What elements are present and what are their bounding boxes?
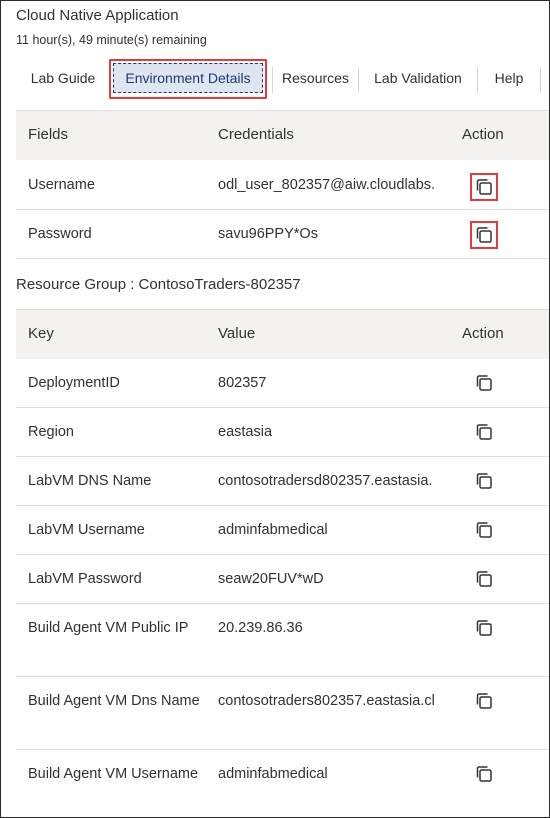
key-deployment-id: DeploymentID bbox=[28, 375, 120, 391]
header-credentials: Credentials bbox=[218, 126, 294, 143]
field-password-value: savu96PPY*Os bbox=[218, 226, 318, 242]
value-region: eastasia bbox=[218, 424, 273, 440]
header-key: Key bbox=[28, 325, 54, 342]
copy-icon[interactable] bbox=[473, 568, 495, 590]
copy-username-icon[interactable] bbox=[470, 173, 498, 201]
copy-icon[interactable] bbox=[473, 617, 495, 639]
value-labvm-dns-name: contosotradersd802357.eastasia. bbox=[218, 473, 433, 489]
table-row: Password savu96PPY*Os bbox=[16, 210, 549, 259]
tab-help[interactable]: Help bbox=[478, 57, 540, 99]
tab-lab-validation[interactable]: Lab Validation bbox=[359, 57, 477, 99]
tab-bar: Lab Guide Environment Details Resources … bbox=[16, 57, 549, 99]
key-region: Region bbox=[28, 424, 74, 440]
value-deployment-id: 802357 bbox=[218, 375, 267, 391]
credentials-table-header: Fields Credentials Action bbox=[16, 110, 549, 160]
key-labvm-username: LabVM Username bbox=[28, 522, 145, 538]
header-value: Value bbox=[218, 325, 256, 342]
table-row: LabVM Password seaw20FUV*wD bbox=[16, 555, 549, 604]
lab-panel: Cloud Native Application 11 hour(s), 49 … bbox=[0, 0, 550, 818]
resource-table-header: Key Value Action bbox=[16, 309, 549, 359]
copy-icon[interactable] bbox=[473, 519, 495, 541]
value-labvm-username: adminfabmedical bbox=[218, 522, 328, 538]
tab-resources[interactable]: Resources bbox=[273, 57, 358, 99]
header-action: Action bbox=[462, 126, 504, 143]
copy-icon[interactable] bbox=[473, 421, 495, 443]
value-labvm-password: seaw20FUV*wD bbox=[218, 571, 324, 587]
copy-password-icon[interactable] bbox=[470, 221, 498, 249]
field-password-label: Password bbox=[28, 226, 92, 242]
resource-group-title: Resource Group : ContosoTraders-802357 bbox=[16, 276, 301, 293]
time-remaining: 11 hour(s), 49 minute(s) remaining bbox=[16, 33, 207, 47]
key-labvm-dns-name: LabVM DNS Name bbox=[28, 473, 152, 489]
table-row: Build Agent VM Dns Name contosotraders80… bbox=[16, 677, 549, 750]
copy-icon[interactable] bbox=[473, 372, 495, 394]
tab-lab-guide[interactable]: Lab Guide bbox=[16, 57, 110, 99]
copy-icon[interactable] bbox=[473, 763, 495, 785]
key-labvm-password: LabVM Password bbox=[28, 571, 142, 587]
tab-environment-details[interactable]: Environment Details bbox=[113, 63, 263, 93]
value-build-agent-vm-public-ip: 20.239.86.36 bbox=[218, 620, 303, 636]
key-build-agent-vm-public-ip: Build Agent VM Public IP bbox=[28, 620, 189, 636]
tab-divider bbox=[540, 67, 541, 93]
header-fields: Fields bbox=[28, 126, 69, 143]
copy-icon[interactable] bbox=[473, 470, 495, 492]
header-action: Action bbox=[462, 325, 504, 342]
copy-icon[interactable] bbox=[473, 690, 495, 712]
value-build-agent-vm-dns-name: contosotraders802357.eastasia.cl bbox=[218, 693, 435, 709]
table-row: LabVM DNS Name contosotradersd802357.eas… bbox=[16, 457, 549, 506]
key-build-agent-vm-dns-name: Build Agent VM Dns Name bbox=[28, 693, 200, 709]
field-username-label: Username bbox=[28, 177, 95, 193]
credentials-table: Fields Credentials Action Username odl_u… bbox=[16, 110, 549, 260]
value-build-agent-vm-username: adminfabmedical bbox=[218, 766, 328, 782]
key-build-agent-vm-username: Build Agent VM Username bbox=[28, 766, 199, 782]
resource-group-table: Key Value Action DeploymentID 802357 Reg… bbox=[16, 309, 549, 817]
table-row: Username odl_user_802357@aiw.cloudlabs. bbox=[16, 160, 549, 210]
app-title: Cloud Native Application bbox=[16, 7, 179, 24]
table-row: Build Agent VM Public IP 20.239.86.36 bbox=[16, 604, 549, 677]
table-row: Region eastasia bbox=[16, 408, 549, 457]
table-row: LabVM Username adminfabmedical bbox=[16, 506, 549, 555]
table-row: DeploymentID 802357 bbox=[16, 359, 549, 408]
field-username-value: odl_user_802357@aiw.cloudlabs. bbox=[218, 177, 436, 193]
table-row: Build Agent VM Username adminfabmedical bbox=[16, 750, 549, 817]
